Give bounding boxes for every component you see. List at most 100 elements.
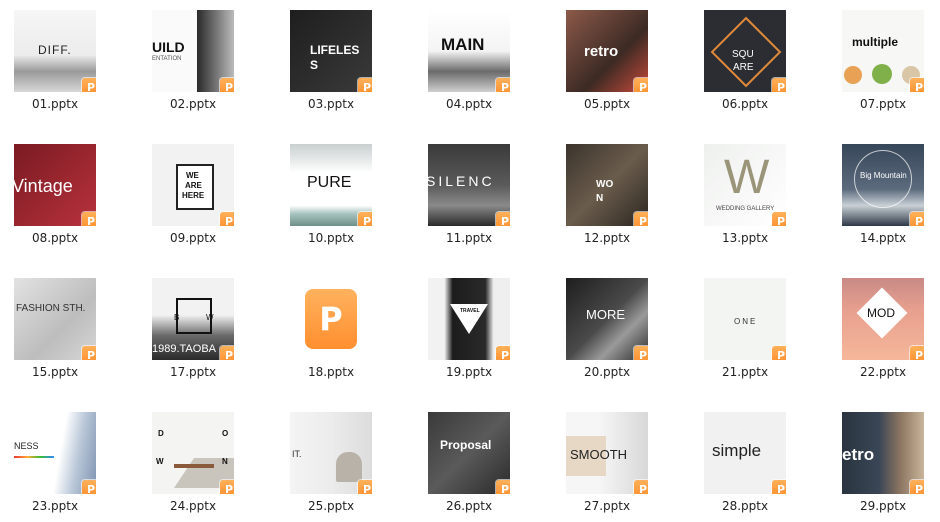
file-item-12[interactable]: WO N P 12.pptx [552, 134, 662, 254]
file-item-18[interactable]: P 18.pptx [276, 268, 386, 388]
file-item-19[interactable]: TRAVEL P 19.pptx [414, 268, 524, 388]
thumb-subtitle: 1989.TAOBA [152, 343, 216, 355]
thumb-title-line2: ARE [185, 181, 202, 190]
file-item-15[interactable]: FASHION STH. P 15.pptx [0, 268, 110, 388]
file-name: 23.pptx [31, 499, 79, 513]
file-item-13[interactable]: W WEDDING GALLERY P 13.pptx [690, 134, 800, 254]
wps-presentation-icon: P [305, 289, 357, 349]
file-name: 12.pptx [583, 231, 631, 245]
thumb-title-line2: S [310, 58, 319, 72]
wps-presentation-icon: P [496, 212, 510, 226]
file-thumbnail[interactable]: MORE P [566, 278, 648, 360]
wps-presentation-icon: P [634, 78, 648, 92]
file-thumbnail[interactable]: LIFELES S P [290, 10, 372, 92]
thumb-title-line2: N [596, 193, 604, 204]
file-item-08[interactable]: Vintage P 08.pptx [0, 134, 110, 254]
file-item-11[interactable]: SILENC P 11.pptx [414, 134, 524, 254]
file-name: 02.pptx [169, 97, 217, 111]
file-name: 25.pptx [307, 499, 355, 513]
thumb-title: Proposal [440, 438, 492, 452]
thumb-title: retro [584, 43, 619, 60]
file-thumbnail[interactable]: TRAVEL P [428, 278, 510, 360]
file-thumbnail[interactable]: SQU ARE P [704, 10, 786, 92]
wps-presentation-icon: P [220, 480, 234, 494]
file-thumbnail[interactable]: MAIN P [428, 10, 510, 92]
thumb-title: multiple [852, 35, 899, 49]
thumb-title: Big Mountain [860, 171, 907, 180]
thumb-title: DIFF. [38, 43, 72, 57]
file-thumbnail[interactable]: B W 1989.TAOBA P [152, 278, 234, 360]
file-name: 01.pptx [31, 97, 79, 111]
file-thumbnail[interactable]: SMOOTH P [566, 412, 648, 494]
file-item-22[interactable]: MOD P 22.pptx [828, 268, 938, 388]
file-item-01[interactable]: DIFF. P 01.pptx [0, 0, 110, 120]
file-thumbnail[interactable]: UILD ENTATION P [152, 10, 234, 92]
file-item-04[interactable]: MAIN P 04.pptx [414, 0, 524, 120]
file-name: 26.pptx [445, 499, 493, 513]
file-name: 28.pptx [721, 499, 769, 513]
file-thumbnail[interactable]: multiple P [842, 10, 924, 92]
file-thumbnail[interactable]: retro P [566, 10, 648, 92]
file-name: 15.pptx [31, 365, 79, 379]
thumb-title: UILD [152, 39, 185, 55]
thumb-subtitle: ENTATION [152, 56, 182, 62]
wps-presentation-icon: P [358, 480, 372, 494]
file-item-23[interactable]: NESS P 23.pptx [0, 402, 110, 522]
thumb-title: WE [186, 171, 199, 180]
thumb-title: TRAVEL [460, 308, 480, 314]
file-item-07[interactable]: multiple P 07.pptx [828, 0, 938, 120]
file-item-05[interactable]: retro P 05.pptx [552, 0, 662, 120]
file-item-28[interactable]: simple P 28.pptx [690, 402, 800, 522]
wps-presentation-icon: P [634, 212, 648, 226]
file-item-14[interactable]: Big Mountain P 14.pptx [828, 134, 938, 254]
file-thumbnail[interactable]: etro P [842, 412, 924, 494]
file-thumbnail[interactable]: IT. P [290, 412, 372, 494]
file-thumbnail[interactable]: PURE P [290, 144, 372, 226]
file-name: 07.pptx [859, 97, 907, 111]
wps-presentation-icon: P [496, 480, 510, 494]
file-name: 18.pptx [307, 365, 355, 379]
file-thumbnail[interactable]: simple P [704, 412, 786, 494]
file-thumbnail[interactable]: D O W N P [152, 412, 234, 494]
file-name: 21.pptx [721, 365, 769, 379]
file-item-17[interactable]: B W 1989.TAOBA P 17.pptx [138, 268, 248, 388]
file-thumbnail[interactable]: SILENC P [428, 144, 510, 226]
file-item-03[interactable]: LIFELES S P 03.pptx [276, 0, 386, 120]
file-thumbnail[interactable]: Big Mountain P [842, 144, 924, 226]
file-name: 27.pptx [583, 499, 631, 513]
file-item-26[interactable]: Proposal P 26.pptx [414, 402, 524, 522]
file-item-06[interactable]: SQU ARE P 06.pptx [690, 0, 800, 120]
file-thumbnail[interactable]: Proposal P [428, 412, 510, 494]
file-item-09[interactable]: WE ARE HERE P 09.pptx [138, 134, 248, 254]
file-item-20[interactable]: MORE P 20.pptx [552, 268, 662, 388]
wps-presentation-icon: P [82, 346, 96, 360]
file-item-25[interactable]: IT. P 25.pptx [276, 402, 386, 522]
file-item-29[interactable]: etro P 29.pptx [828, 402, 938, 522]
thumb-title: W [724, 151, 770, 204]
file-thumbnail[interactable]: W WEDDING GALLERY P [704, 144, 786, 226]
wps-presentation-icon: P [772, 78, 786, 92]
wps-presentation-icon: P [82, 480, 96, 494]
file-item-10[interactable]: PURE P 10.pptx [276, 134, 386, 254]
thumb-title: NESS [14, 441, 39, 451]
file-thumbnail[interactable]: ONE P [704, 278, 786, 360]
file-item-24[interactable]: D O W N P 24.pptx [138, 402, 248, 522]
wps-presentation-icon: P [772, 346, 786, 360]
file-thumbnail[interactable]: P [290, 278, 372, 360]
wps-presentation-icon: P [220, 78, 234, 92]
file-item-02[interactable]: UILD ENTATION P 02.pptx [138, 0, 248, 120]
file-thumbnail[interactable]: WO N P [566, 144, 648, 226]
file-thumbnail[interactable]: MOD P [842, 278, 924, 360]
file-item-27[interactable]: SMOOTH P 27.pptx [552, 402, 662, 522]
file-thumbnail[interactable]: Vintage P [14, 144, 96, 226]
thumb-title: SMOOTH [570, 447, 628, 462]
file-thumbnail[interactable]: WE ARE HERE P [152, 144, 234, 226]
file-thumbnail[interactable]: FASHION STH. P [14, 278, 96, 360]
wps-presentation-icon: P [358, 78, 372, 92]
file-thumbnail[interactable]: NESS P [14, 412, 96, 494]
file-item-21[interactable]: ONE P 21.pptx [690, 268, 800, 388]
thumb-title: ONE [734, 317, 758, 326]
file-name: 05.pptx [583, 97, 631, 111]
wps-presentation-icon: P [910, 346, 924, 360]
file-thumbnail[interactable]: DIFF. P [14, 10, 96, 92]
